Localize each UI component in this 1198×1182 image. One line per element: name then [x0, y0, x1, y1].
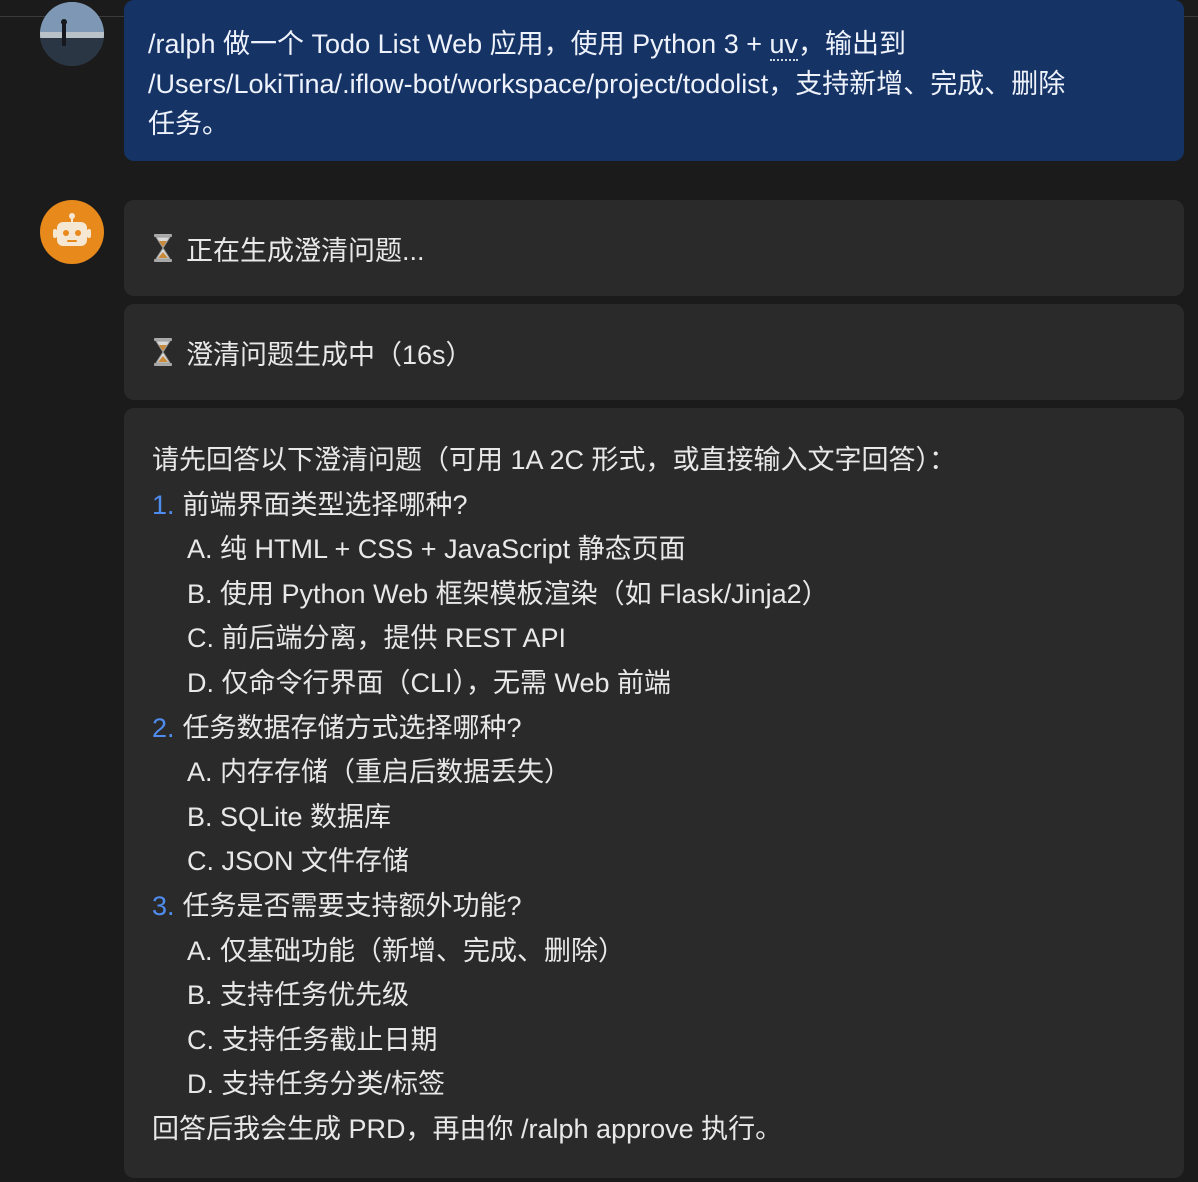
user-avatar[interactable]	[40, 2, 104, 66]
question-number: 2.	[152, 712, 175, 743]
option-3d: D. 支持任务分类/标签	[187, 1069, 446, 1100]
question-3: 3. 任务是否需要支持额外功能?	[152, 884, 1156, 929]
status-text: 澄清问题生成中（16s）	[186, 339, 473, 370]
hourglass-icon	[154, 234, 172, 262]
question-text: 任务是否需要支持额外功能?	[182, 890, 522, 921]
option-1d: D. 仅命令行界面（CLI），无需 Web 前端	[187, 667, 672, 698]
option-3a: A. 仅基础功能（新增、完成、删除）	[187, 935, 626, 966]
option-3c: C. 支持任务截止日期	[187, 1024, 438, 1055]
option-2b: B. SQLite 数据库	[187, 801, 392, 832]
option-2a: A. 内存存储（重启后数据丢失）	[187, 757, 572, 788]
question-number: 1.	[152, 489, 175, 520]
option-2c: C. JSON 文件存储	[187, 846, 410, 877]
question-2: 2. 任务数据存储方式选择哪种?	[152, 706, 1156, 751]
user-message-text: ，输出到	[798, 29, 907, 59]
clarification-questions-message: 请先回答以下澄清问题（可用 1A 2C 形式，或直接输入文字回答）： 1. 前端界…	[124, 408, 1184, 1178]
uv-term: uv	[769, 29, 799, 61]
user-message-line-1: /ralph 做一个 Todo List Web 应用，使用 Python 3 …	[148, 24, 1160, 64]
status-text: 正在生成澄清问题...	[186, 235, 425, 266]
option-1c: C. 前后端分离，提供 REST API	[187, 623, 567, 654]
question-text: 任务数据存储方式选择哪种?	[182, 712, 522, 743]
footer-text: 回答后我会生成 PRD，再由你 /ralph approve 执行。	[152, 1113, 783, 1144]
question-1: 1. 前端界面类型选择哪种?	[152, 483, 1156, 528]
question-text: 前端界面类型选择哪种?	[182, 489, 468, 520]
user-message-line-3: 任务。	[148, 109, 229, 139]
hourglass-icon	[154, 338, 172, 366]
option-1b: B. 使用 Python Web 框架模板渲染（如 Flask/Jinja2）	[187, 578, 829, 609]
bot-avatar	[40, 200, 104, 264]
status-message: 正在生成澄清问题...	[124, 200, 1184, 296]
status-message: 澄清问题生成中（16s）	[124, 304, 1184, 400]
user-message-line-2: /Users/LokiTina/.iflow-bot/workspace/pro…	[148, 69, 1066, 99]
user-message-bubble: /ralph 做一个 Todo List Web 应用，使用 Python 3 …	[124, 0, 1184, 161]
option-1a: A. 纯 HTML + CSS + JavaScript 静态页面	[187, 534, 686, 565]
user-message-text: /ralph 做一个 Todo List Web 应用，使用 Python 3 …	[148, 29, 770, 59]
user-photo-icon	[40, 2, 104, 66]
robot-icon	[53, 213, 91, 246]
option-3b: B. 支持任务优先级	[187, 980, 410, 1011]
intro-text: 请先回答以下澄清问题（可用 1A 2C 形式，或直接输入文字回答）：	[152, 445, 957, 475]
question-number: 3.	[152, 890, 175, 921]
